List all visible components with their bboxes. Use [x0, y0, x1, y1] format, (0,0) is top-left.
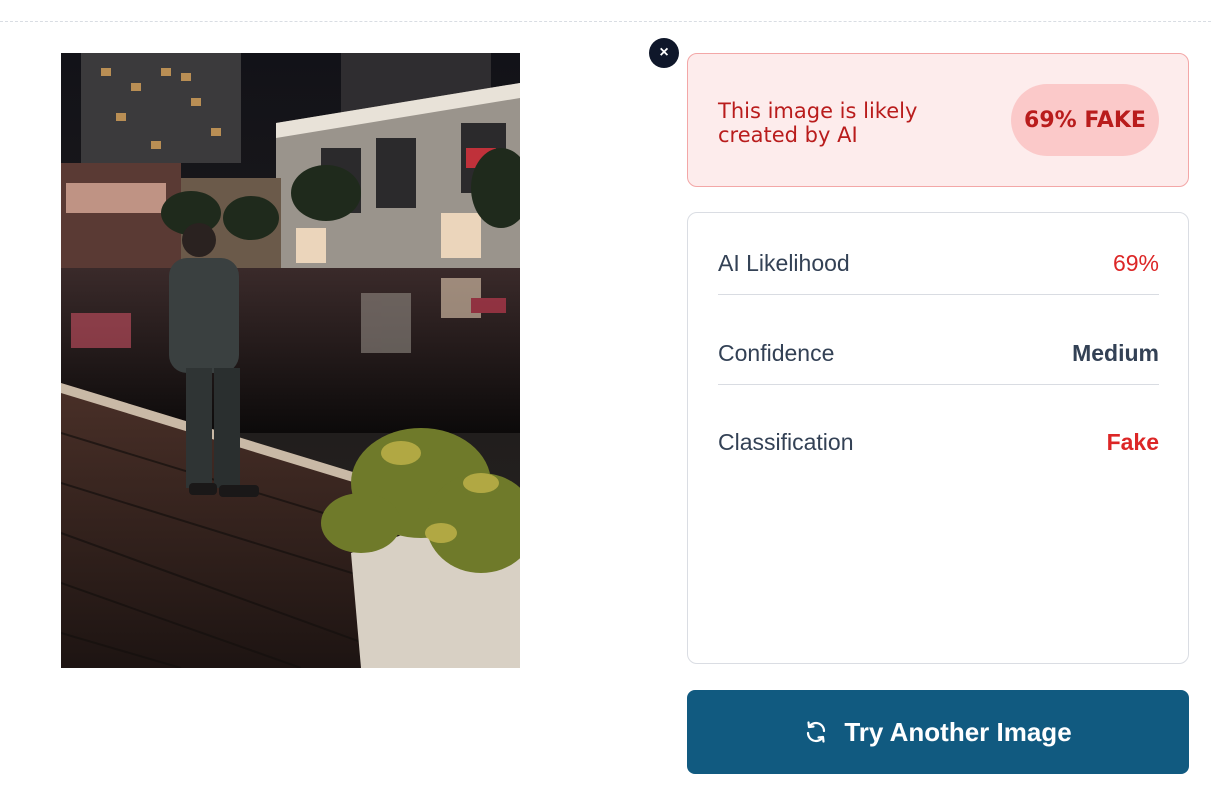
stat-row-confidence: Confidence Medium [718, 333, 1159, 373]
verdict-badge: 69% FAKE [1011, 84, 1159, 156]
refresh-icon [807, 721, 826, 743]
night-plaza-photo [61, 53, 520, 668]
row-divider [718, 294, 1159, 295]
stat-row-classification: Classification Fake [718, 422, 1159, 462]
uploaded-image-preview [61, 53, 520, 668]
stat-label: AI Likelihood [718, 249, 850, 276]
stat-row-ai-likelihood: AI Likelihood 69% [718, 243, 1159, 283]
analysis-stats-card: AI Likelihood 69% Confidence Medium Clas… [687, 212, 1189, 664]
row-divider [718, 384, 1159, 385]
stat-value: 69% [1112, 249, 1159, 276]
try-another-image-button[interactable]: Try Another Image [687, 690, 1189, 774]
stat-value: Medium [1072, 339, 1159, 366]
verdict-banner: This image is likely created by AI 69% F… [687, 53, 1189, 187]
try-another-image-label: Try Another Image [844, 716, 1072, 747]
top-divider [0, 21, 1211, 22]
verdict-message: This image is likely created by AI [718, 99, 918, 147]
stat-label: Classification [718, 428, 854, 455]
close-icon[interactable]: × [649, 38, 679, 68]
stat-value: Fake [1106, 428, 1159, 455]
stat-label: Confidence [718, 339, 835, 366]
